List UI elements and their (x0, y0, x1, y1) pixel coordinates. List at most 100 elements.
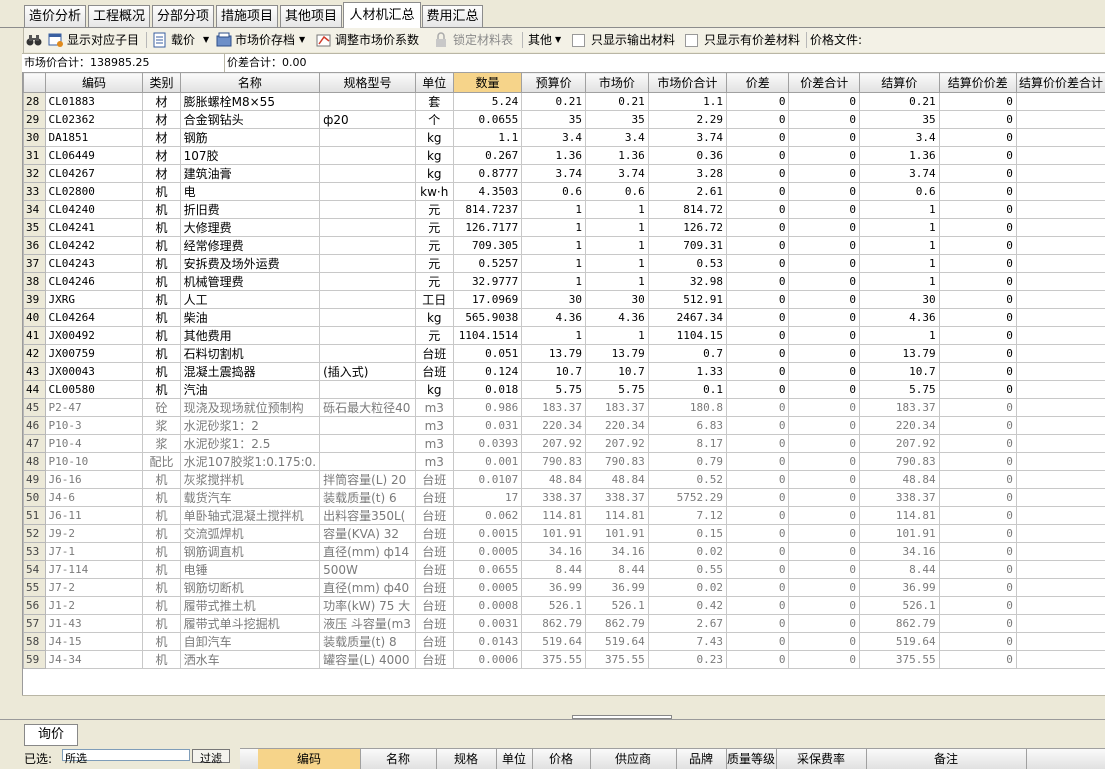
cell-market[interactable]: 0.21 (585, 93, 648, 111)
cell-sdiff[interactable]: 0 (939, 273, 1016, 291)
filter-button[interactable]: 过滤 (192, 749, 230, 763)
cell-qty[interactable]: 565.9038 (453, 309, 522, 327)
cell-sdiff[interactable]: 0 (939, 651, 1016, 669)
cell-budget[interactable]: 790.83 (522, 453, 586, 471)
row-number[interactable]: 54 (24, 561, 46, 579)
cell-market[interactable]: 220.34 (585, 417, 648, 435)
cell-dtotal[interactable]: 0 (789, 165, 860, 183)
cell-name[interactable]: 安拆费及场外运费 (180, 255, 319, 273)
cell-qty[interactable]: 0.0655 (453, 111, 522, 129)
cell-unit[interactable]: 台班 (415, 633, 453, 651)
cell-diff[interactable]: 0 (727, 507, 789, 525)
horizontal-scroll-area[interactable] (22, 695, 1105, 719)
cell-market[interactable]: 0.6 (585, 183, 648, 201)
cell-sdiff[interactable]: 0 (939, 399, 1016, 417)
cell-spec[interactable]: 液压 斗容量(m3 (320, 615, 416, 633)
cell-mtotal[interactable]: 0.23 (648, 651, 726, 669)
cell-cat[interactable]: 浆 (143, 417, 180, 435)
cell-diff[interactable]: 0 (727, 147, 789, 165)
inquiry-column-header[interactable]: 编码 (258, 749, 361, 769)
column-header[interactable]: 类别 (143, 73, 180, 93)
cell-mtotal[interactable]: 2.61 (648, 183, 726, 201)
cell-code[interactable]: J1-2 (45, 597, 143, 615)
table-row[interactable]: 49J6-16机灰浆搅拌机拌筒容量(L) 20台班0.010748.8448.8… (24, 471, 1105, 489)
cell-spec[interactable] (320, 381, 416, 399)
cell-qty[interactable]: 0.124 (453, 363, 522, 381)
cell-sdiff[interactable]: 0 (939, 129, 1016, 147)
table-row[interactable]: 48P10-10配比水泥107胶浆1:0.175:0.m30.001790.83… (24, 453, 1105, 471)
tab-6[interactable]: 费用汇总 (422, 5, 483, 27)
cell-diff[interactable]: 0 (727, 579, 789, 597)
cell-name[interactable]: 混凝土震捣器 (180, 363, 319, 381)
cell-settle[interactable]: 790.83 (860, 453, 940, 471)
column-header[interactable]: 数量 (453, 73, 522, 93)
cell-qty[interactable]: 0.062 (453, 507, 522, 525)
cell-spec[interactable]: 装载质量(t) 6 (320, 489, 416, 507)
cell-qty[interactable]: 17.0969 (453, 291, 522, 309)
cell-settle[interactable]: 1 (860, 219, 940, 237)
cell-dtotal[interactable]: 0 (789, 525, 860, 543)
cell-dtotal[interactable]: 0 (789, 489, 860, 507)
cell-budget[interactable]: 114.81 (522, 507, 586, 525)
cell-sdiff-total[interactable] (1016, 147, 1105, 165)
cell-dtotal[interactable]: 0 (789, 273, 860, 291)
table-row[interactable]: 35CL04241机大修理费元126.717711126.720010 (24, 219, 1105, 237)
cell-market[interactable]: 8.44 (585, 561, 648, 579)
cell-diff[interactable]: 0 (727, 237, 789, 255)
cell-sdiff[interactable]: 0 (939, 111, 1016, 129)
cell-settle[interactable]: 519.64 (860, 633, 940, 651)
cell-mtotal[interactable]: 709.31 (648, 237, 726, 255)
cell-cat[interactable]: 配比 (143, 453, 180, 471)
cell-diff[interactable]: 0 (727, 633, 789, 651)
table-row[interactable]: 36CL04242机经常修理费元709.30511709.310010 (24, 237, 1105, 255)
cell-market[interactable]: 3.74 (585, 165, 648, 183)
cell-diff[interactable]: 0 (727, 111, 789, 129)
cell-qty[interactable]: 0.0143 (453, 633, 522, 651)
cell-code[interactable]: J1-43 (45, 615, 143, 633)
cell-code[interactable]: J4-15 (45, 633, 143, 651)
cell-unit[interactable]: 个 (415, 111, 453, 129)
column-header[interactable]: 结算价价差合计 (1016, 73, 1105, 93)
cell-code[interactable]: JX00492 (45, 327, 143, 345)
table-row[interactable]: 46P10-3浆水泥砂浆1：2m30.031220.34220.346.8300… (24, 417, 1105, 435)
cell-dtotal[interactable]: 0 (789, 543, 860, 561)
table-row[interactable]: 56J1-2机履带式推土机功率(kW) 75 大台班0.0008526.1526… (24, 597, 1105, 615)
cell-qty[interactable]: 17 (453, 489, 522, 507)
cell-cat[interactable]: 机 (143, 543, 180, 561)
cell-dtotal[interactable]: 0 (789, 327, 860, 345)
cell-mtotal[interactable]: 0.36 (648, 147, 726, 165)
table-row[interactable]: 51J6-11机单卧轴式混凝土搅拌机出料容量350L(台班0.062114.81… (24, 507, 1105, 525)
cell-diff[interactable]: 0 (727, 219, 789, 237)
row-number[interactable]: 41 (24, 327, 46, 345)
cell-code[interactable]: CL00580 (45, 381, 143, 399)
checkbox-box[interactable] (685, 34, 698, 47)
cell-settle[interactable]: 36.99 (860, 579, 940, 597)
cell-market[interactable]: 48.84 (585, 471, 648, 489)
filter-input[interactable]: 所选 (62, 749, 190, 761)
row-number[interactable]: 42 (24, 345, 46, 363)
cell-budget[interactable]: 30 (522, 291, 586, 309)
cell-code[interactable]: CL01883 (45, 93, 143, 111)
cell-market[interactable]: 4.36 (585, 309, 648, 327)
table-row[interactable]: 28CL01883材膨胀螺栓M8×55套5.240.210.211.1000.2… (24, 93, 1105, 111)
cell-code[interactable]: JX00759 (45, 345, 143, 363)
cell-spec[interactable]: 直径(mm) ф14 (320, 543, 416, 561)
table-row[interactable]: 53J7-1机钢筋调直机直径(mm) ф14台班0.000534.1634.16… (24, 543, 1105, 561)
cell-spec[interactable] (320, 237, 416, 255)
cell-cat[interactable]: 机 (143, 561, 180, 579)
cell-market[interactable]: 5.75 (585, 381, 648, 399)
cell-sdiff-total[interactable] (1016, 237, 1105, 255)
cell-code[interactable]: J6-11 (45, 507, 143, 525)
cell-spec[interactable] (320, 93, 416, 111)
cell-sdiff[interactable]: 0 (939, 417, 1016, 435)
table-row[interactable]: 55J7-2机钢筋切断机直径(mm) ф40台班0.000536.9936.99… (24, 579, 1105, 597)
cell-sdiff[interactable]: 0 (939, 381, 1016, 399)
cell-code[interactable]: CL02800 (45, 183, 143, 201)
cell-budget[interactable]: 1 (522, 237, 586, 255)
table-row[interactable]: 33CL02800机电kw·h4.35030.60.62.61000.60 (24, 183, 1105, 201)
cell-mtotal[interactable]: 2.67 (648, 615, 726, 633)
cell-unit[interactable]: kg (415, 165, 453, 183)
inquiry-column-header[interactable]: 名称 (360, 749, 437, 769)
cell-sdiff[interactable]: 0 (939, 201, 1016, 219)
table-row[interactable]: 39JXRG机人工工日17.09693030512.9100300 (24, 291, 1105, 309)
